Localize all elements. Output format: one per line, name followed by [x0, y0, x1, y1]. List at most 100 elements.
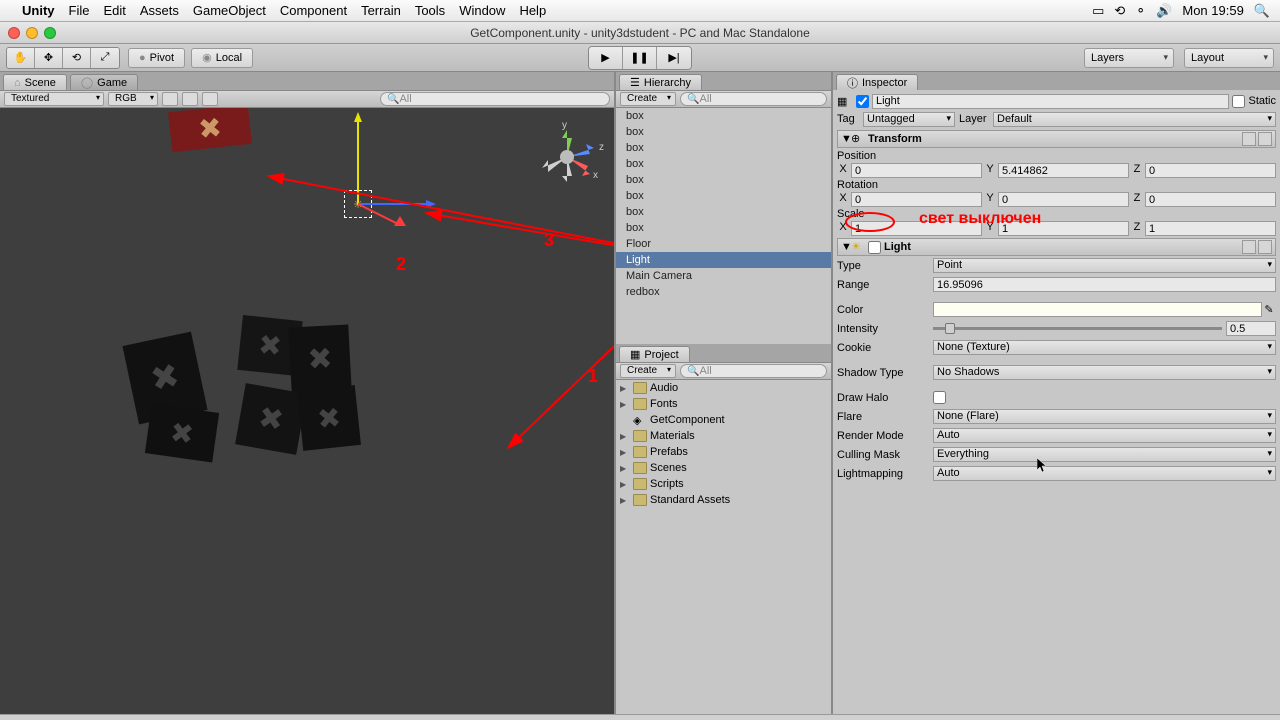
- shading-dropdown[interactable]: Textured: [4, 92, 104, 106]
- pause-button[interactable]: ❚❚: [623, 47, 657, 69]
- pos-z-field[interactable]: [1145, 163, 1276, 178]
- light-intensity-slider[interactable]: [933, 321, 1276, 336]
- rendermode-dropdown[interactable]: RGB: [108, 92, 158, 106]
- light-render-dropdown[interactable]: Auto: [933, 428, 1276, 443]
- clock[interactable]: Mon 19:59: [1182, 3, 1243, 18]
- light-cull-dropdown[interactable]: Everything: [933, 447, 1276, 462]
- scenelight-icon[interactable]: [162, 92, 178, 106]
- tab-hierarchy[interactable]: ☰Hierarchy: [619, 74, 702, 90]
- app-name[interactable]: Unity: [22, 3, 55, 18]
- project-list[interactable]: ▶Audio▶Fonts◈GetComponent▶Materials▶Pref…: [616, 380, 831, 714]
- light-cookie-field[interactable]: None (Texture): [933, 340, 1276, 355]
- light-flare-field[interactable]: None (Flare): [933, 409, 1276, 424]
- hierarchy-item[interactable]: box: [616, 108, 831, 124]
- tag-dropdown[interactable]: Untagged: [863, 112, 955, 127]
- light-type-dropdown[interactable]: Point: [933, 258, 1276, 273]
- project-item[interactable]: ▶Scenes: [616, 460, 831, 476]
- layout-dropdown[interactable]: Layout: [1184, 48, 1274, 68]
- scl-y-field[interactable]: [998, 221, 1129, 236]
- project-item[interactable]: ▶Prefabs: [616, 444, 831, 460]
- menu-file[interactable]: File: [69, 3, 90, 18]
- screen-icon[interactable]: ▭: [1092, 3, 1104, 19]
- hierarchy-item[interactable]: box: [616, 172, 831, 188]
- hierarchy-create-button[interactable]: Create: [620, 92, 676, 106]
- project-item[interactable]: ▶Materials: [616, 428, 831, 444]
- volume-icon[interactable]: 🔊: [1156, 3, 1172, 19]
- light-range-field[interactable]: [933, 277, 1276, 292]
- zoom-icon[interactable]: [44, 27, 56, 39]
- light-lightmap-dropdown[interactable]: Auto: [933, 466, 1276, 481]
- menu-tools[interactable]: Tools: [415, 3, 445, 18]
- hierarchy-item[interactable]: Light: [616, 252, 831, 268]
- project-search[interactable]: 🔍All: [680, 364, 827, 378]
- menu-edit[interactable]: Edit: [103, 3, 125, 18]
- eyedropper-icon[interactable]: ✎: [1262, 303, 1276, 316]
- move-tool-button[interactable]: ✥: [35, 48, 63, 68]
- static-checkbox[interactable]: [1232, 95, 1245, 108]
- rotate-tool-button[interactable]: ⟲: [63, 48, 91, 68]
- orientation-gizmo[interactable]: y z x: [532, 122, 602, 192]
- rot-x-field[interactable]: [851, 192, 982, 207]
- sceneimg-icon[interactable]: [182, 92, 198, 106]
- gear-icon[interactable]: [1258, 132, 1272, 146]
- gear-icon[interactable]: [1258, 240, 1272, 254]
- menu-terrain[interactable]: Terrain: [361, 3, 401, 18]
- layer-dropdown[interactable]: Default: [993, 112, 1276, 127]
- pos-y-field[interactable]: [998, 163, 1129, 178]
- light-enabled-checkbox[interactable]: [868, 241, 881, 254]
- scl-z-field[interactable]: [1145, 221, 1276, 236]
- menu-gameobject[interactable]: GameObject: [193, 3, 266, 18]
- hierarchy-item[interactable]: box: [616, 140, 831, 156]
- rot-y-field[interactable]: [998, 192, 1129, 207]
- scl-x-field[interactable]: [851, 221, 982, 236]
- hierarchy-item[interactable]: box: [616, 204, 831, 220]
- hierarchy-item[interactable]: redbox: [616, 284, 831, 300]
- project-item[interactable]: ▶Fonts: [616, 396, 831, 412]
- menu-component[interactable]: Component: [280, 3, 347, 18]
- hierarchy-item[interactable]: box: [616, 124, 831, 140]
- hierarchy-item[interactable]: box: [616, 156, 831, 172]
- light-shadow-dropdown[interactable]: No Shadows: [933, 365, 1276, 380]
- sceneaudio-icon[interactable]: [202, 92, 218, 106]
- scene-viewport[interactable]: ✖ ☀ y z x: [0, 108, 614, 714]
- hand-tool-button[interactable]: ✋: [7, 48, 35, 68]
- bluetooth-icon[interactable]: ⚬: [1135, 3, 1146, 19]
- scene-search[interactable]: 🔍All: [380, 92, 610, 106]
- tab-inspector[interactable]: ⓘInspector: [836, 74, 918, 90]
- pos-x-field[interactable]: [851, 163, 982, 178]
- project-item[interactable]: ▶Standard Assets: [616, 492, 831, 508]
- light-halo-checkbox[interactable]: [933, 391, 946, 404]
- spotlight-icon[interactable]: 🔍: [1254, 3, 1270, 19]
- tab-scene[interactable]: ⌂Scene: [3, 74, 67, 90]
- gameobject-active-checkbox[interactable]: [856, 95, 869, 108]
- hierarchy-search[interactable]: 🔍All: [680, 92, 827, 106]
- rot-z-field[interactable]: [1145, 192, 1276, 207]
- timemachine-icon[interactable]: ⟲: [1114, 3, 1125, 19]
- scale-tool-button[interactable]: ⤢: [91, 48, 119, 68]
- menu-window[interactable]: Window: [459, 3, 505, 18]
- project-item[interactable]: ▶Audio: [616, 380, 831, 396]
- light-color-field[interactable]: [933, 302, 1262, 317]
- tab-project[interactable]: ▦Project: [619, 346, 690, 362]
- hierarchy-item[interactable]: Main Camera: [616, 268, 831, 284]
- project-item[interactable]: ▶Scripts: [616, 476, 831, 492]
- help-icon[interactable]: [1242, 240, 1256, 254]
- project-create-button[interactable]: Create: [620, 364, 676, 378]
- help-icon[interactable]: [1242, 132, 1256, 146]
- hierarchy-item[interactable]: Floor: [616, 236, 831, 252]
- light-component-header[interactable]: ▼☀ Light: [837, 238, 1276, 256]
- gameobject-name-field[interactable]: [872, 94, 1229, 109]
- hierarchy-list[interactable]: boxboxboxboxboxboxboxboxFloorLightMain C…: [616, 108, 831, 344]
- transform-header[interactable]: ▼⊕ Transform: [837, 130, 1276, 148]
- pivot-toggle[interactable]: ●Pivot: [128, 48, 185, 68]
- play-button[interactable]: ▶: [589, 47, 623, 69]
- minimize-icon[interactable]: [26, 27, 38, 39]
- menu-assets[interactable]: Assets: [140, 3, 179, 18]
- menu-help[interactable]: Help: [519, 3, 546, 18]
- close-icon[interactable]: [8, 27, 20, 39]
- tab-game[interactable]: ◯Game: [70, 74, 138, 90]
- local-toggle[interactable]: ◉Local: [191, 48, 253, 68]
- project-item[interactable]: ◈GetComponent: [616, 412, 831, 428]
- step-button[interactable]: ▶|: [657, 47, 691, 69]
- layers-dropdown[interactable]: Layers: [1084, 48, 1174, 68]
